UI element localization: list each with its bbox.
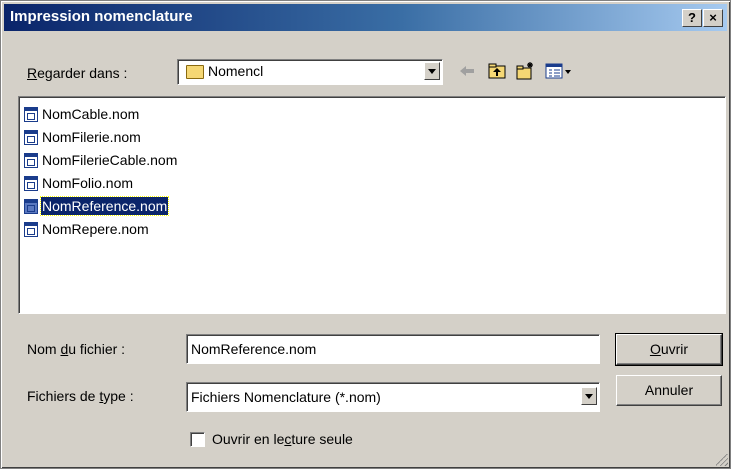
document-icon — [24, 152, 38, 168]
look-in-label: Regarder dans : — [27, 65, 128, 81]
filename-value: NomReference.nom — [191, 341, 317, 357]
document-icon — [24, 198, 38, 214]
file-name: NomFilerie.nom — [42, 129, 141, 145]
filetype-label: Fichiers de type : — [27, 388, 134, 404]
filetype-value: Fichiers Nomenclature (*.nom) — [191, 389, 381, 405]
up-folder-icon[interactable] — [487, 61, 507, 81]
document-icon — [24, 106, 38, 122]
readonly-checkbox[interactable] — [190, 432, 205, 447]
filetype-select[interactable]: Fichiers Nomenclature (*.nom) — [186, 382, 600, 412]
document-icon — [24, 129, 38, 145]
file-list-item[interactable]: NomFilerieCable.nom — [24, 150, 178, 170]
file-name: NomCable.nom — [42, 106, 140, 122]
open-file-dialog: Impression nomenclature ? × Regarder dan… — [0, 0, 731, 469]
filename-input[interactable]: NomReference.nom — [186, 334, 600, 364]
look-in-value: Nomencl — [208, 63, 264, 79]
readonly-label[interactable]: Ouvrir en lecture seule — [212, 431, 353, 447]
chevron-down-icon[interactable] — [424, 62, 440, 80]
cancel-button[interactable]: Annuler — [616, 375, 722, 406]
back-arrow-icon[interactable] — [457, 61, 477, 81]
file-list-item[interactable]: NomFolio.nom — [24, 173, 134, 193]
view-menu-icon[interactable] — [545, 61, 573, 81]
new-folder-icon[interactable] — [515, 61, 535, 81]
file-name: NomReference.nom — [39, 196, 170, 216]
file-name: NomFilerieCable.nom — [42, 152, 178, 168]
close-button[interactable]: × — [703, 9, 723, 27]
chevron-down-icon[interactable] — [581, 387, 597, 405]
file-name: NomFolio.nom — [42, 175, 134, 191]
file-list-item[interactable]: NomRepere.nom — [24, 219, 150, 239]
document-icon — [24, 221, 38, 237]
help-button[interactable]: ? — [682, 9, 702, 27]
resize-grip[interactable] — [716, 454, 728, 466]
dialog-title: Impression nomenclature — [10, 8, 193, 25]
file-list[interactable]: NomCable.nom NomFilerie.nom NomFilerieCabl… — [18, 96, 726, 314]
file-list-item[interactable]: NomCable.nom — [24, 104, 140, 124]
title-bar[interactable]: Impression nomenclature ? × — [4, 4, 727, 31]
open-button[interactable]: Ouvrir — [615, 333, 723, 366]
filename-label: Nom du fichier : — [27, 341, 126, 357]
look-in-combo[interactable]: Nomencl — [177, 59, 443, 85]
file-name: NomRepere.nom — [42, 221, 149, 237]
folder-icon — [186, 65, 204, 79]
document-icon — [24, 175, 38, 191]
file-list-item[interactable]: NomReference.nom — [24, 196, 170, 216]
file-list-item[interactable]: NomFilerie.nom — [24, 127, 142, 147]
